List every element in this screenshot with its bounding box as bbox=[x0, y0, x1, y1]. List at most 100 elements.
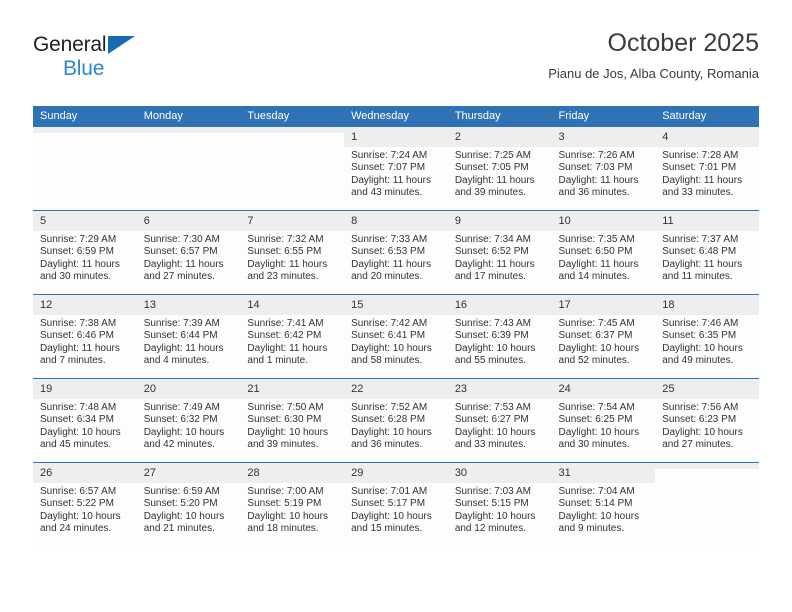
sunset-text: Sunset: 6:53 PM bbox=[351, 246, 426, 258]
daylight-text: Daylight: 10 hours and 42 minutes. bbox=[143, 426, 225, 451]
sunset-text: Sunset: 6:50 PM bbox=[558, 246, 633, 258]
calendar-day-cell[interactable]: 23 Sunrise: 7:53 AM Sunset: 6:27 PM Dayligh… bbox=[447, 378, 552, 463]
daylight-text: Daylight: 10 hours and 58 minutes. bbox=[351, 342, 432, 367]
calendar-day-cell[interactable]: 26 Sunrise: 6:57 AM Sunset: 5:22 PM Dayligh… bbox=[33, 462, 137, 546]
day-number: 13 bbox=[136, 295, 241, 315]
calendar-day-cell[interactable]: 4 Sunrise: 7:28 AM Sunset: 7:01 PM Daylight… bbox=[655, 127, 759, 211]
sunset-text: Sunset: 6:37 PM bbox=[558, 330, 633, 342]
calendar-day-cell[interactable]: 29 Sunrise: 7:01 AM Sunset: 5:17 PM Dayligh… bbox=[344, 462, 448, 546]
calendar-day-cell[interactable]: 5 Sunrise: 7:29 AM Sunset: 6:59 PM Daylight… bbox=[33, 210, 137, 295]
day-number: 27 bbox=[136, 463, 241, 483]
day-details: Sunrise: 7:49 AM Sunset: 6:32 PM Daylight:… bbox=[137, 399, 241, 452]
day-number: 12 bbox=[33, 295, 137, 315]
day-number bbox=[33, 127, 137, 133]
sunrise-text: Sunrise: 7:35 AM bbox=[558, 234, 635, 245]
day-number: 30 bbox=[447, 463, 552, 483]
calendar-day-cell[interactable]: 20 Sunrise: 7:49 AM Sunset: 6:32 PM Dayligh… bbox=[136, 378, 241, 463]
daylight-text: Daylight: 10 hours and 52 minutes. bbox=[558, 342, 640, 367]
calendar-day-cell[interactable]: 27 Sunrise: 6:59 AM Sunset: 5:20 PM Dayligh… bbox=[136, 462, 241, 546]
calendar-day-cell[interactable]: 2 Sunrise: 7:25 AM Sunset: 7:05 PM Daylight… bbox=[447, 127, 552, 211]
page-header: General Blue October 2025 Pianu de Jos, … bbox=[33, 28, 759, 100]
calendar-day-cell[interactable]: 22 Sunrise: 7:52 AM Sunset: 6:28 PM Dayligh… bbox=[344, 378, 448, 463]
day-number: 6 bbox=[136, 211, 241, 231]
calendar-day-cell[interactable]: 6 Sunrise: 7:30 AM Sunset: 6:57 PM Daylight… bbox=[136, 210, 241, 295]
day-number: 22 bbox=[344, 379, 448, 399]
sunset-text: Sunset: 7:03 PM bbox=[558, 162, 633, 174]
day-details: Sunrise: 7:42 AM Sunset: 6:41 PM Daylight:… bbox=[344, 315, 448, 368]
calendar-day-cell[interactable]: 24 Sunrise: 7:54 AM Sunset: 6:25 PM Dayligh… bbox=[551, 378, 656, 463]
sunrise-text: Sunrise: 7:41 AM bbox=[247, 318, 324, 329]
calendar-day-cell[interactable]: 7 Sunrise: 7:32 AM Sunset: 6:55 PM Daylight… bbox=[240, 210, 345, 295]
calendar-day-cell[interactable]: 31 Sunrise: 7:04 AM Sunset: 5:14 PM Dayligh… bbox=[551, 462, 656, 546]
sunrise-text: Sunrise: 7:54 AM bbox=[558, 402, 635, 413]
sunset-text: Sunset: 5:19 PM bbox=[247, 498, 322, 510]
sunrise-text: Sunrise: 7:39 AM bbox=[143, 318, 220, 329]
calendar-day-cell[interactable]: 13 Sunrise: 7:39 AM Sunset: 6:44 PM Dayligh… bbox=[136, 294, 241, 379]
calendar-day-cell[interactable]: 18 Sunrise: 7:46 AM Sunset: 6:35 PM Dayligh… bbox=[655, 294, 759, 379]
daylight-text: Daylight: 10 hours and 33 minutes. bbox=[454, 426, 536, 451]
day-details: Sunrise: 7:43 AM Sunset: 6:39 PM Daylight:… bbox=[448, 315, 552, 368]
sunset-text: Sunset: 5:17 PM bbox=[351, 498, 426, 510]
sunrise-text: Sunrise: 7:52 AM bbox=[351, 402, 428, 413]
day-number: 5 bbox=[33, 211, 137, 231]
day-details: Sunrise: 7:39 AM Sunset: 6:44 PM Daylight:… bbox=[137, 315, 241, 368]
daylight-text: Daylight: 10 hours and 21 minutes. bbox=[143, 510, 225, 535]
calendar-day-cell[interactable]: 30 Sunrise: 7:03 AM Sunset: 5:15 PM Dayligh… bbox=[447, 462, 552, 546]
day-details: Sunrise: 7:01 AM Sunset: 5:17 PM Daylight:… bbox=[344, 483, 448, 536]
calendar-day-cell[interactable]: 25 Sunrise: 7:56 AM Sunset: 6:23 PM Dayligh… bbox=[655, 378, 759, 463]
calendar-day-cell[interactable]: 10 Sunrise: 7:35 AM Sunset: 6:50 PM Dayligh… bbox=[551, 210, 656, 295]
calendar-week-row: 19 Sunrise: 7:48 AM Sunset: 6:34 PM Dayligh… bbox=[33, 378, 759, 463]
calendar-day-cell[interactable]: 11 Sunrise: 7:37 AM Sunset: 6:48 PM Dayligh… bbox=[655, 210, 759, 295]
sunrise-text: Sunrise: 7:42 AM bbox=[351, 318, 428, 329]
day-number: 11 bbox=[655, 211, 759, 231]
sunrise-text: Sunrise: 7:25 AM bbox=[454, 150, 531, 161]
sunrise-text: Sunrise: 7:56 AM bbox=[662, 402, 739, 413]
day-details: Sunrise: 7:34 AM Sunset: 6:52 PM Daylight:… bbox=[448, 231, 552, 284]
sunset-text: Sunset: 6:44 PM bbox=[143, 330, 218, 342]
sunset-text: Sunset: 6:25 PM bbox=[558, 414, 633, 426]
day-details: Sunrise: 7:50 AM Sunset: 6:30 PM Daylight:… bbox=[240, 399, 344, 452]
sunset-text: Sunset: 7:07 PM bbox=[351, 162, 426, 174]
calendar-day-cell[interactable]: 17 Sunrise: 7:45 AM Sunset: 6:37 PM Dayligh… bbox=[551, 294, 656, 379]
calendar-day-cell[interactable]: 8 Sunrise: 7:33 AM Sunset: 6:53 PM Daylight… bbox=[344, 210, 448, 295]
sunrise-text: Sunrise: 6:57 AM bbox=[40, 486, 117, 497]
day-number: 16 bbox=[447, 295, 552, 315]
day-details: Sunrise: 7:41 AM Sunset: 6:42 PM Daylight:… bbox=[240, 315, 344, 368]
calendar-day-cell[interactable]: 16 Sunrise: 7:43 AM Sunset: 6:39 PM Dayligh… bbox=[447, 294, 552, 379]
sunset-text: Sunset: 6:32 PM bbox=[143, 414, 218, 426]
daylight-text: Daylight: 11 hours and 17 minutes. bbox=[454, 258, 535, 283]
calendar-day-cell[interactable]: 3 Sunrise: 7:26 AM Sunset: 7:03 PM Daylight… bbox=[551, 127, 656, 211]
daylight-text: Daylight: 11 hours and 4 minutes. bbox=[143, 342, 224, 367]
sunrise-text: Sunrise: 7:48 AM bbox=[40, 402, 117, 413]
calendar-day-cell[interactable]: 28 Sunrise: 7:00 AM Sunset: 5:19 PM Dayligh… bbox=[240, 462, 345, 546]
generalblue-logo[interactable]: General Blue bbox=[33, 34, 163, 82]
day-number bbox=[655, 463, 759, 469]
calendar-day-cell[interactable]: 14 Sunrise: 7:41 AM Sunset: 6:42 PM Dayligh… bbox=[240, 294, 345, 379]
sunset-text: Sunset: 6:35 PM bbox=[662, 330, 737, 342]
sunset-text: Sunset: 5:14 PM bbox=[558, 498, 633, 510]
daylight-text: Daylight: 11 hours and 33 minutes. bbox=[662, 174, 743, 199]
day-number: 15 bbox=[344, 295, 448, 315]
calendar-day-cell[interactable]: 9 Sunrise: 7:34 AM Sunset: 6:52 PM Daylight… bbox=[447, 210, 552, 295]
calendar-day-cell[interactable]: 21 Sunrise: 7:50 AM Sunset: 6:30 PM Dayligh… bbox=[240, 378, 345, 463]
daylight-text: Daylight: 10 hours and 45 minutes. bbox=[40, 426, 121, 451]
daylight-text: Daylight: 11 hours and 30 minutes. bbox=[40, 258, 120, 283]
calendar-day-cell[interactable]: 12 Sunrise: 7:38 AM Sunset: 6:46 PM Dayligh… bbox=[33, 294, 137, 379]
sunrise-text: Sunrise: 7:00 AM bbox=[247, 486, 324, 497]
sunrise-text: Sunrise: 7:32 AM bbox=[247, 234, 324, 245]
sunset-text: Sunset: 6:41 PM bbox=[351, 330, 426, 342]
calendar-day-cell[interactable]: 15 Sunrise: 7:42 AM Sunset: 6:41 PM Dayligh… bbox=[344, 294, 448, 379]
sunrise-text: Sunrise: 7:38 AM bbox=[40, 318, 117, 329]
sunrise-text: Sunrise: 7:03 AM bbox=[454, 486, 531, 497]
calendar-day-cell-empty bbox=[655, 462, 759, 546]
weekday-header-saturday: Saturday bbox=[655, 106, 759, 127]
day-number: 20 bbox=[136, 379, 241, 399]
day-details: Sunrise: 7:00 AM Sunset: 5:19 PM Daylight:… bbox=[240, 483, 344, 536]
day-number: 7 bbox=[240, 211, 345, 231]
calendar-day-cell[interactable]: 19 Sunrise: 7:48 AM Sunset: 6:34 PM Dayligh… bbox=[33, 378, 137, 463]
weekday-header-row: Sunday Monday Tuesday Wednesday Thursday… bbox=[33, 106, 759, 127]
day-details: Sunrise: 6:57 AM Sunset: 5:22 PM Daylight:… bbox=[33, 483, 137, 536]
sunset-text: Sunset: 6:46 PM bbox=[40, 330, 114, 342]
calendar-day-cell[interactable]: 1 Sunrise: 7:24 AM Sunset: 7:07 PM Daylight… bbox=[344, 127, 448, 211]
day-details: Sunrise: 7:38 AM Sunset: 6:46 PM Daylight:… bbox=[33, 315, 137, 368]
